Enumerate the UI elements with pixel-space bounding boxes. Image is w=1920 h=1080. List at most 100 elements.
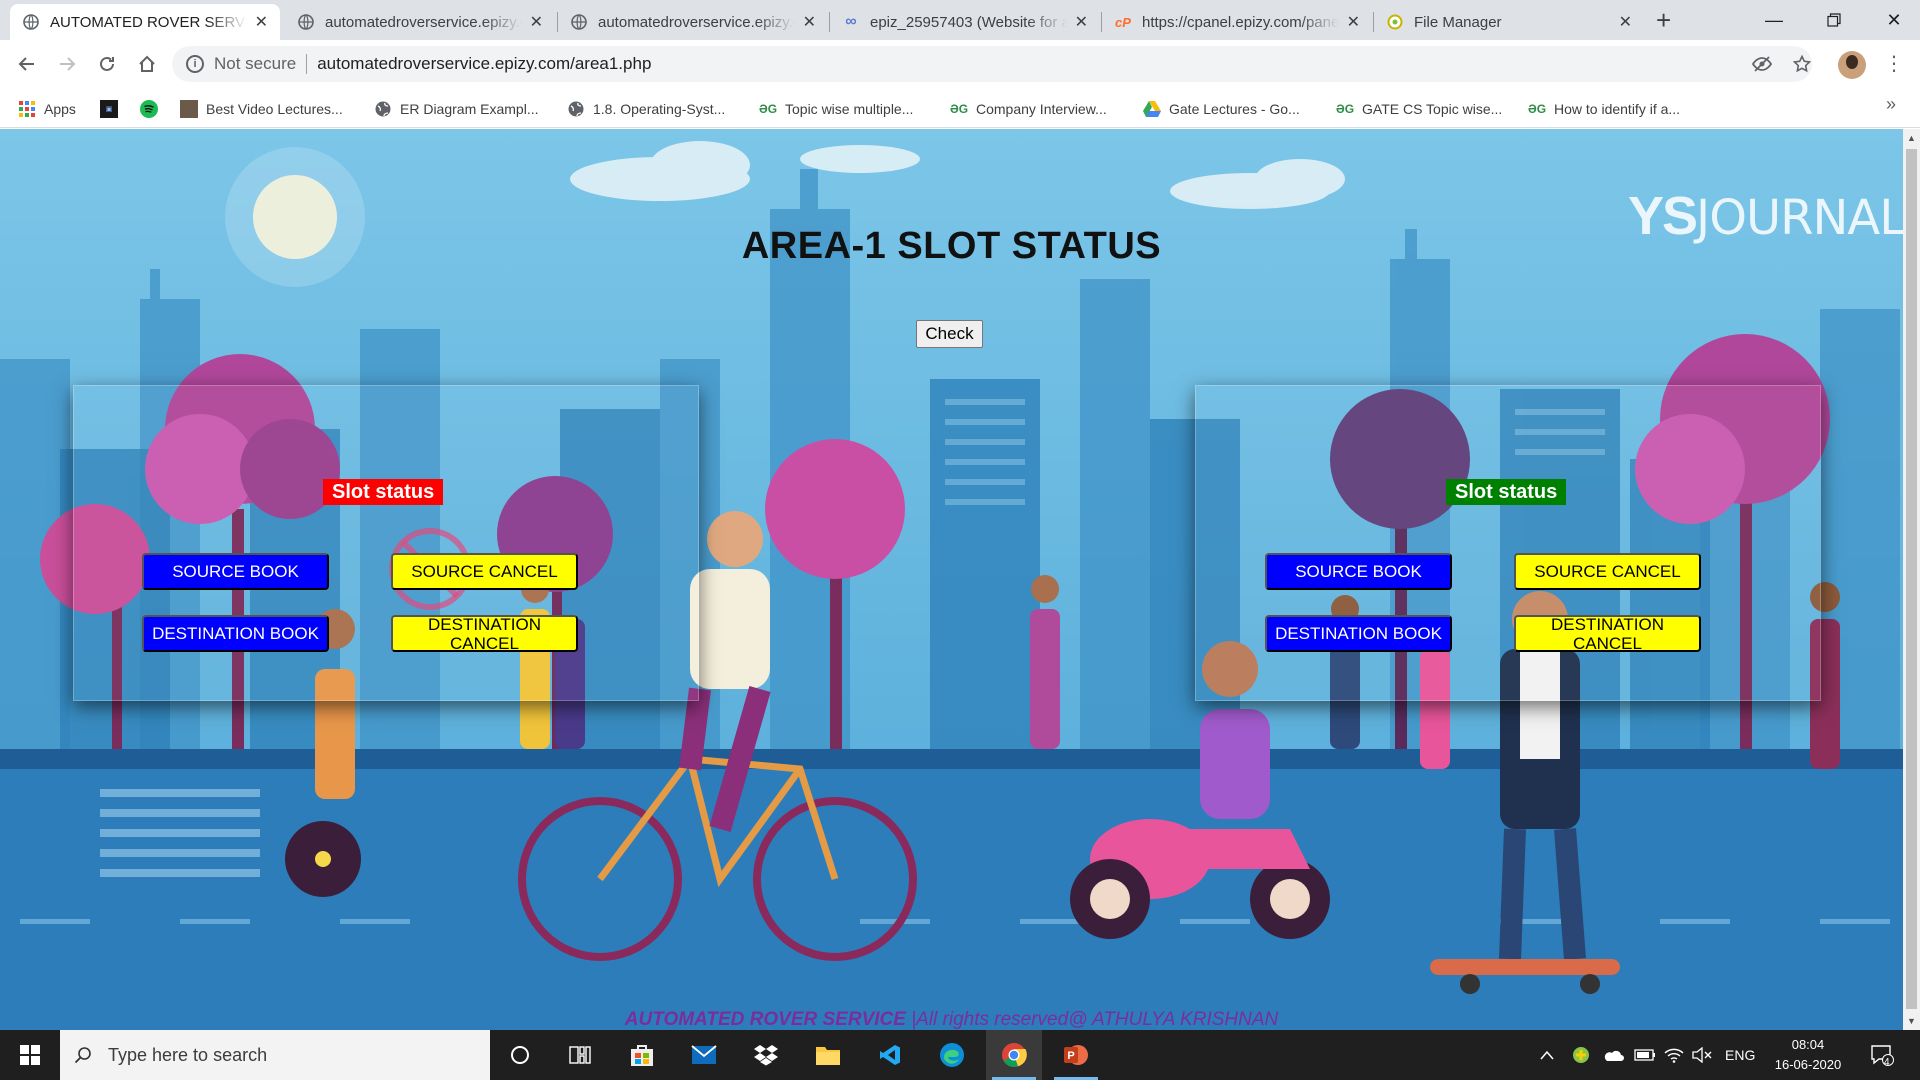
- tab-cpanel[interactable]: cP https://cpanel.epizy.com/panel ✕: [1102, 4, 1372, 40]
- tracking-blocked-icon[interactable]: [1746, 48, 1778, 80]
- bookmark-spotify[interactable]: [140, 98, 166, 120]
- more-menu-icon[interactable]: ⋮: [1884, 52, 1904, 76]
- close-tab-icon[interactable]: ✕: [255, 12, 268, 32]
- bookmark-topic-wise[interactable]: ƏG Topic wise multiple...: [759, 98, 913, 120]
- action-center-icon[interactable]: 4: [1870, 1030, 1894, 1080]
- svg-text:P: P: [1067, 1050, 1074, 1062]
- tab-file-manager[interactable]: File Manager ✕: [1374, 4, 1644, 40]
- spotify-icon: [140, 100, 158, 118]
- page-scrollbar[interactable]: ▲ ▼: [1903, 129, 1920, 1030]
- new-tab-icon[interactable]: +: [1656, 6, 1671, 34]
- destination-cancel-button-left[interactable]: DESTINATION CANCEL: [391, 615, 578, 653]
- tab-title: AUTOMATED ROVER SERVICE: [50, 13, 247, 31]
- edge-icon[interactable]: [924, 1030, 980, 1080]
- bookmark-star-icon[interactable]: [1786, 48, 1818, 80]
- tab-title: File Manager: [1414, 13, 1502, 31]
- geeksforgeeks-icon: ƏG: [1527, 102, 1547, 116]
- file-manager-icon: [1386, 13, 1404, 31]
- tab-epizy-2[interactable]: automatedroverservice.epizy.com ✕: [558, 4, 828, 40]
- reload-icon[interactable]: [91, 48, 123, 80]
- onedrive-icon[interactable]: [1602, 1030, 1624, 1080]
- source-book-button-left[interactable]: SOURCE BOOK: [142, 553, 329, 590]
- close-tab-icon[interactable]: ✕: [1347, 12, 1360, 32]
- bookmark-company-interview[interactable]: ƏG Company Interview...: [950, 98, 1107, 120]
- footer-brand: AUTOMATED ROVER SERVICE: [624, 1009, 906, 1030]
- check-button[interactable]: Check: [916, 320, 983, 348]
- bookmark-apps[interactable]: Apps: [18, 98, 76, 120]
- bookmarks-overflow-icon[interactable]: »: [1886, 94, 1896, 115]
- bookmark-site-icon-only[interactable]: ▣: [100, 98, 126, 120]
- system-clock[interactable]: 08:04 16-06-2020: [1768, 1035, 1848, 1075]
- globe-icon: [567, 100, 585, 118]
- destination-book-button-left[interactable]: DESTINATION BOOK: [142, 615, 329, 652]
- page-viewport: YSJOURNAL AREA-1 SLOT STATUS Check Slot …: [0, 129, 1903, 1030]
- scroll-up-icon[interactable]: ▲: [1907, 133, 1916, 143]
- cpanel-icon: cP: [1115, 14, 1131, 30]
- infinity-icon: ∞: [845, 13, 857, 30]
- dropbox-icon[interactable]: [738, 1030, 794, 1080]
- restore-icon[interactable]: [1804, 0, 1864, 40]
- language-indicator[interactable]: ENG: [1725, 1030, 1755, 1080]
- back-icon[interactable]: [11, 48, 43, 80]
- mail-icon[interactable]: [676, 1030, 732, 1080]
- destination-book-button-right[interactable]: DESTINATION BOOK: [1265, 615, 1452, 652]
- cortana-icon[interactable]: [492, 1030, 548, 1080]
- scroll-down-icon[interactable]: ▼: [1907, 1016, 1916, 1026]
- apps-grid-icon: [18, 100, 36, 118]
- security-label: Not secure: [214, 54, 297, 73]
- microsoft-store-icon[interactable]: [614, 1030, 670, 1080]
- bookmark-label: Apps: [44, 101, 76, 117]
- address-bar[interactable]: i Not secure automatedroverservice.epizy…: [172, 46, 1812, 82]
- close-tab-icon[interactable]: ✕: [1075, 12, 1088, 32]
- clock-time: 08:04: [1791, 1037, 1825, 1052]
- footer: AUTOMATED ROVER SERVICE |All rights rese…: [0, 1009, 1903, 1030]
- bookmark-best-video-lectures[interactable]: Best Video Lectures...: [180, 98, 343, 120]
- destination-cancel-button-right[interactable]: DESTINATION CANCEL: [1514, 615, 1701, 653]
- bookmark-label: Company Interview...: [976, 101, 1107, 117]
- clock-date: 16-06-2020: [1774, 1057, 1842, 1072]
- wifi-icon[interactable]: [1664, 1030, 1684, 1080]
- minimize-icon[interactable]: —: [1744, 0, 1804, 40]
- tab-epizy-website[interactable]: ∞ epiz_25957403 (Website for automatedro…: [830, 4, 1100, 40]
- update-tray-icon[interactable]: [1572, 1030, 1590, 1080]
- file-explorer-icon[interactable]: [800, 1030, 856, 1080]
- bookmark-gate-cs-topic[interactable]: ƏG GATE CS Topic wise...: [1336, 98, 1502, 120]
- slot-panel-left: [73, 385, 699, 701]
- chrome-taskbar-icon[interactable]: [986, 1030, 1042, 1080]
- source-cancel-button-left[interactable]: SOURCE CANCEL: [391, 553, 578, 590]
- vscode-icon[interactable]: [862, 1030, 918, 1080]
- windows-start-icon[interactable]: [0, 1030, 60, 1080]
- bookmark-gate-lectures[interactable]: Gate Lectures - Go...: [1143, 98, 1300, 120]
- powerpoint-icon[interactable]: P: [1048, 1030, 1104, 1080]
- tab-title: epiz_25957403 (Website for automatedrove…: [870, 13, 1067, 31]
- volume-muted-icon[interactable]: [1692, 1030, 1712, 1080]
- close-tab-icon[interactable]: ✕: [530, 12, 543, 32]
- info-icon[interactable]: i: [186, 55, 204, 73]
- home-icon[interactable]: [131, 48, 163, 80]
- close-tab-icon[interactable]: ✕: [803, 12, 816, 32]
- browser-toolbar: i Not secure automatedroverservice.epizy…: [0, 40, 1920, 90]
- close-window-icon[interactable]: ✕: [1864, 0, 1920, 40]
- slot-status-badge-left: Slot status: [323, 479, 444, 505]
- show-hidden-icons[interactable]: [1540, 1030, 1554, 1080]
- bookmark-operating-system[interactable]: 1.8. Operating-Syst...: [567, 98, 725, 120]
- slot-panel-right: [1195, 385, 1821, 701]
- profile-avatar[interactable]: [1838, 51, 1866, 79]
- forward-icon[interactable]: [51, 48, 83, 80]
- search-icon: [74, 1046, 92, 1064]
- tab-title: automatedroverservice.epizy.com: [325, 13, 522, 31]
- source-cancel-button-right[interactable]: SOURCE CANCEL: [1514, 553, 1701, 590]
- taskbar-search-input[interactable]: Type here to search: [60, 1030, 490, 1080]
- source-book-button-right[interactable]: SOURCE BOOK: [1265, 553, 1452, 590]
- scrollbar-thumb[interactable]: [1906, 149, 1917, 1009]
- bookmark-er-diagram[interactable]: ER Diagram Exampl...: [374, 98, 538, 120]
- url-text[interactable]: automatedroverservice.epizy.com/area1.ph…: [317, 54, 651, 74]
- close-tab-icon[interactable]: ✕: [1619, 12, 1632, 32]
- task-view-icon[interactable]: [552, 1030, 608, 1080]
- bookmark-how-to-identify[interactable]: ƏG How to identify if a...: [1528, 98, 1680, 120]
- bookmark-label: How to identify if a...: [1554, 101, 1681, 117]
- tab-automated-rover-service[interactable]: AUTOMATED ROVER SERVICE ✕: [10, 4, 280, 40]
- battery-icon[interactable]: [1634, 1030, 1656, 1080]
- tab-epizy-1[interactable]: automatedroverservice.epizy.com ✕: [285, 4, 555, 40]
- bookmark-label: Best Video Lectures...: [206, 101, 343, 117]
